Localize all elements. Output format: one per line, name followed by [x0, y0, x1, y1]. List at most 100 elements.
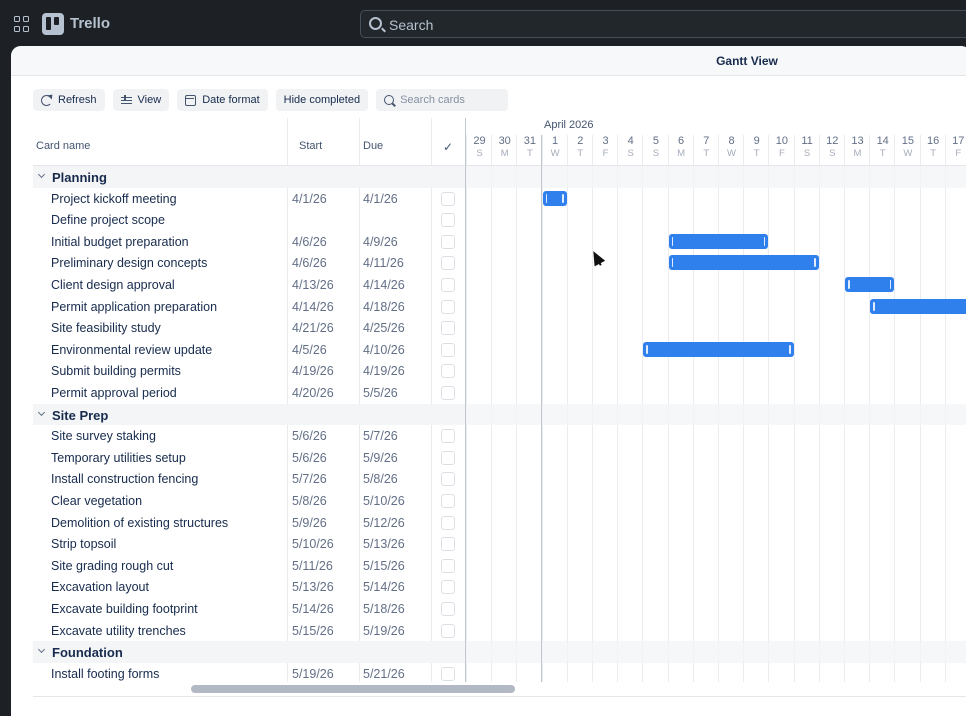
- app-name[interactable]: Trello: [70, 15, 110, 32]
- column-header-done[interactable]: ✓: [443, 140, 453, 154]
- table-row[interactable]: Permit approval period 4/20/26 5/5/26: [33, 382, 466, 404]
- card-start-date[interactable]: 4/20/26: [292, 386, 334, 400]
- complete-checkbox[interactable]: [441, 623, 455, 638]
- card-name[interactable]: Site survey staking: [51, 429, 156, 443]
- card-due-date[interactable]: 4/25/26: [363, 321, 405, 335]
- group-header[interactable]: Site Prep: [33, 403, 466, 426]
- global-search-bar[interactable]: Search: [360, 10, 966, 38]
- card-start-date[interactable]: 5/15/26: [292, 624, 334, 638]
- card-name[interactable]: Install footing forms: [51, 667, 159, 681]
- complete-checkbox[interactable]: [441, 450, 455, 465]
- card-due-date[interactable]: 4/1/26: [363, 192, 398, 206]
- complete-checkbox[interactable]: [441, 472, 455, 487]
- card-start-date[interactable]: 4/6/26: [292, 256, 327, 270]
- card-due-date[interactable]: 4/11/26: [363, 256, 404, 270]
- card-due-date[interactable]: 5/10/26: [363, 494, 405, 508]
- search-cards-input[interactable]: Search cards: [376, 89, 509, 111]
- card-name[interactable]: Permit approval period: [51, 386, 177, 400]
- table-row[interactable]: Environmental review update 4/5/26 4/10/26: [33, 339, 466, 361]
- table-row[interactable]: Install footing forms 5/19/26 5/21/26: [33, 663, 466, 682]
- gantt-bar[interactable]: [668, 255, 819, 271]
- table-row[interactable]: Site feasibility study 4/21/26 4/25/26: [33, 317, 466, 339]
- table-row[interactable]: Permit application preparation 4/14/26 4/1…: [33, 296, 466, 318]
- complete-checkbox[interactable]: [441, 386, 455, 400]
- refresh-button[interactable]: Refresh: [33, 89, 105, 111]
- card-name[interactable]: Submit building permits: [51, 364, 181, 378]
- table-row[interactable]: Project kickoff meeting 4/1/26 4/1/26: [33, 188, 466, 210]
- card-due-date[interactable]: 5/5/26: [363, 386, 398, 400]
- card-due-date[interactable]: 4/19/26: [363, 364, 405, 378]
- complete-checkbox[interactable]: [441, 580, 455, 595]
- chevron-down-icon[interactable]: [37, 170, 46, 179]
- card-due-date[interactable]: 5/9/26: [363, 451, 398, 465]
- card-due-date[interactable]: 4/14/26: [363, 278, 405, 292]
- card-name[interactable]: Permit application preparation: [51, 300, 217, 314]
- table-row[interactable]: Site survey staking 5/6/26 5/7/26: [33, 425, 466, 447]
- complete-checkbox[interactable]: [441, 299, 455, 314]
- card-start-date[interactable]: 5/10/26: [292, 537, 334, 551]
- gantt-bar[interactable]: [845, 277, 895, 292]
- card-start-date[interactable]: 5/6/26: [292, 429, 327, 443]
- chevron-down-icon[interactable]: [37, 646, 46, 654]
- table-row[interactable]: Temporary utilities setup 5/6/26 5/9/26: [33, 447, 466, 469]
- complete-checkbox[interactable]: [441, 558, 455, 573]
- card-start-date[interactable]: 5/13/26: [292, 580, 334, 594]
- table-row[interactable]: Submit building permits 4/19/26 4/19/26: [33, 360, 466, 382]
- card-start-date[interactable]: 5/8/26: [292, 494, 327, 508]
- card-name[interactable]: Site grading rough cut: [51, 559, 173, 573]
- complete-checkbox[interactable]: [441, 278, 455, 292]
- card-start-date[interactable]: 5/19/26: [292, 667, 334, 681]
- card-name[interactable]: Initial budget preparation: [51, 235, 189, 249]
- card-start-date[interactable]: 4/19/26: [292, 364, 334, 378]
- table-row[interactable]: Strip topsoil 5/10/26 5/13/26: [33, 533, 466, 555]
- card-start-date[interactable]: 4/5/26: [292, 343, 327, 357]
- card-name[interactable]: Site feasibility study: [51, 321, 161, 335]
- table-row[interactable]: Initial budget preparation 4/6/26 4/9/26: [33, 231, 466, 253]
- card-name[interactable]: Temporary utilities setup: [51, 451, 186, 465]
- card-due-date[interactable]: 5/18/26: [363, 602, 405, 616]
- complete-checkbox[interactable]: [441, 515, 455, 530]
- card-name[interactable]: Define project scope: [51, 213, 165, 227]
- horizontal-scrollbar[interactable]: [33, 683, 966, 695]
- card-name[interactable]: Excavate building footprint: [51, 602, 198, 616]
- complete-checkbox[interactable]: [441, 256, 455, 271]
- complete-checkbox[interactable]: [441, 537, 455, 552]
- trello-logo-icon[interactable]: [42, 13, 64, 35]
- complete-checkbox[interactable]: [441, 342, 455, 357]
- table-row[interactable]: Install construction fencing 5/7/26 5/8/26: [33, 468, 466, 490]
- card-due-date[interactable]: 5/8/26: [363, 472, 398, 486]
- card-start-date[interactable]: 4/14/26: [292, 300, 334, 314]
- card-name[interactable]: Client design approval: [51, 278, 175, 292]
- column-header-start[interactable]: Start: [299, 140, 322, 152]
- table-row[interactable]: Excavate utility trenches 5/15/26 5/19/26: [33, 620, 466, 642]
- card-due-date[interactable]: 5/14/26: [363, 580, 405, 594]
- hide-completed-button[interactable]: Hide completed: [275, 89, 369, 111]
- card-due-date[interactable]: 5/19/26: [363, 624, 405, 638]
- table-row[interactable]: Preliminary design concepts 4/6/26 4/11/26: [33, 252, 466, 274]
- card-start-date[interactable]: 4/13/26: [292, 278, 334, 292]
- card-start-date[interactable]: 4/6/26: [292, 235, 327, 249]
- gantt-bar[interactable]: [668, 233, 769, 249]
- complete-checkbox[interactable]: [441, 602, 455, 616]
- scrollbar-thumb[interactable]: [191, 685, 515, 693]
- complete-checkbox[interactable]: [441, 321, 455, 336]
- card-start-date[interactable]: 5/9/26: [292, 516, 327, 530]
- table-row[interactable]: Excavate building footprint 5/14/26 5/18/2…: [33, 598, 466, 620]
- table-row[interactable]: Clear vegetation 5/8/26 5/10/26: [33, 490, 466, 512]
- column-header-due[interactable]: Due: [363, 140, 383, 152]
- card-due-date[interactable]: 5/12/26: [363, 516, 405, 530]
- table-row[interactable]: Site grading rough cut 5/11/26 5/15/26: [33, 555, 466, 577]
- card-name[interactable]: Strip topsoil: [51, 537, 116, 551]
- card-start-date[interactable]: 5/11/26: [292, 559, 333, 573]
- card-due-date[interactable]: 4/9/26: [363, 235, 398, 249]
- card-start-date[interactable]: 4/21/26: [292, 321, 334, 335]
- card-name[interactable]: Clear vegetation: [51, 494, 142, 508]
- table-row[interactable]: Client design approval 4/13/26 4/14/26: [33, 274, 466, 296]
- card-start-date[interactable]: 5/6/26: [292, 451, 327, 465]
- card-name[interactable]: Project kickoff meeting: [51, 192, 177, 206]
- complete-checkbox[interactable]: [441, 666, 455, 681]
- card-name[interactable]: Environmental review update: [51, 343, 212, 357]
- card-name[interactable]: Demolition of existing structures: [51, 516, 228, 530]
- table-row[interactable]: Define project scope: [33, 209, 466, 231]
- card-due-date[interactable]: 5/21/26: [363, 667, 405, 681]
